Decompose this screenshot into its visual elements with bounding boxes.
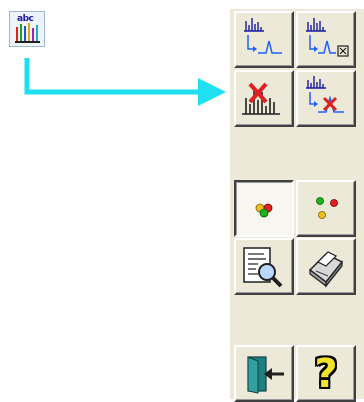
spectrum-to-peak-box-icon <box>306 18 349 57</box>
peak-remove-icon <box>306 76 344 113</box>
spectrum-to-peak-button[interactable] <box>234 11 294 68</box>
spectrum-delete-icon <box>242 82 280 115</box>
help-button[interactable]: ? <box>296 345 356 402</box>
color-circles-button[interactable] <box>234 180 294 237</box>
three-dots-icon <box>255 203 273 218</box>
delete-spectrum-button[interactable] <box>234 70 294 127</box>
tool-panel: ? <box>230 9 364 402</box>
exit-button[interactable] <box>234 345 294 402</box>
printer-icon <box>308 251 344 288</box>
spectrum-to-peak-icon <box>244 18 282 54</box>
spectrum-to-peak-box-button[interactable] <box>296 11 356 68</box>
scattered-dots-icon <box>316 197 338 219</box>
question-mark-icon: ? <box>314 351 338 397</box>
preview-button[interactable] <box>234 238 294 295</box>
print-button[interactable] <box>296 238 356 295</box>
color-dots-button[interactable] <box>296 180 356 237</box>
remove-peak-button[interactable] <box>296 70 356 127</box>
door-exit-icon <box>247 356 284 394</box>
magnifier-document-icon <box>243 247 283 288</box>
